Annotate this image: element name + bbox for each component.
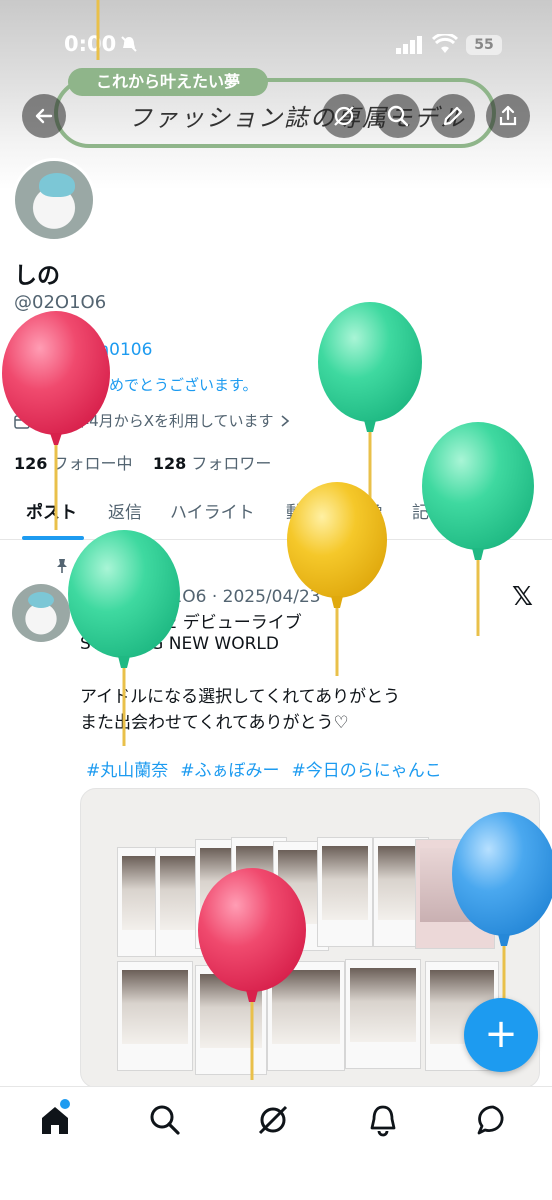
compose-button[interactable]: + [464,998,538,1072]
post-hashtags: #丸山蘭奈 #ふぁぼみー #今日のらにゃんこ [86,756,442,781]
following-label: フォロー中 [52,454,133,473]
post-text-line: アイドルになる選択してくれてありがとう [80,687,401,707]
birthday-text[interactable]: お誕生日おめでとうございます。 [34,374,258,395]
profile-avatar[interactable] [12,158,96,242]
x-logo-icon: 𝕏 [512,582,533,612]
pinned-indicator: 固定 [56,556,104,576]
hashtag[interactable]: #丸山蘭奈 [86,756,168,781]
share-button[interactable] [486,94,530,138]
profile-name: しの [14,263,60,289]
dream-tab: これから叶えたい夢 [68,68,268,96]
tab-videos[interactable]: 動画 [286,498,320,523]
nav-grok[interactable] [256,1103,292,1139]
tab-replies[interactable]: 返信 [108,498,142,523]
search-icon [387,105,409,127]
pinned-label: 固定 [76,559,104,575]
tab-articles[interactable]: 記事 [412,498,446,523]
profile-handle: @02O1O6 [14,292,107,313]
calendar-icon [14,413,30,429]
silent-mode-icon [120,35,138,57]
tab-highlights[interactable]: ハイライト [170,498,255,523]
search-button[interactable] [376,94,420,138]
hashtag[interactable]: #ふぁぼみー [180,756,279,781]
active-tab-indicator [22,536,84,540]
following-link[interactable]: 126 フォロー中 [14,454,133,473]
tab-posts[interactable]: ポスト [26,498,77,523]
edit-button[interactable] [431,94,475,138]
share-icon [499,105,517,126]
nav-home[interactable] [38,1103,74,1139]
status-time: 0:00 [64,32,117,56]
nav-search[interactable] [148,1103,184,1139]
nav-home-badge [60,1099,70,1109]
bottom-navigation [0,1086,552,1200]
grok-button[interactable] [322,94,366,138]
profile-tabs: ポスト 返信 ハイライト 動画 画像 記事 いいね [0,488,552,540]
chat-icon [477,1105,504,1135]
chevron-right-icon [281,414,289,427]
followers-count: 128 [152,454,187,473]
grok-icon [258,1105,288,1135]
pencil-icon [443,106,463,126]
follow-stats: 126 フォロー中 128 フォロワー [14,450,271,474]
signal-icon [396,36,424,58]
followers-label: フォロワー [191,454,272,473]
tab-media[interactable]: 画像 [349,498,383,523]
bio-link[interactable]: @rana__fm0106 [14,340,152,360]
post-header: しの @02O1O6 · 2025/04/23 [80,582,321,607]
post-text-line: STARTING NEW WORLD [80,634,279,654]
post-author[interactable]: しの [80,587,114,607]
grok-icon [334,106,354,126]
pin-icon [57,559,67,573]
post-meta: @02O1O6 · 2025/04/23 [119,587,321,607]
battery-indicator: 55 [466,35,502,55]
back-button[interactable] [22,94,66,138]
birthday-row: お誕生日おめでとうございます。 [14,374,258,395]
nav-notifications[interactable] [366,1103,402,1139]
location-pin-icon [14,375,28,394]
status-bar: 0:00 55 [0,30,552,60]
following-count: 126 [14,454,48,473]
search-icon [150,1105,180,1135]
joined-text[interactable]: 2023年4月からXを利用しています [36,410,274,431]
joined-row: 2023年4月からXを利用しています [14,410,290,431]
wifi-icon [431,32,459,58]
post-text-line: また出会わせてくれてありがとう♡ [80,713,349,733]
tab-likes[interactable]: いいね [474,498,525,523]
followers-link[interactable]: 128 フォロワー [153,454,272,473]
bell-icon [370,1105,396,1137]
balloon [318,302,422,500]
nav-messages[interactable] [476,1103,512,1139]
hashtag[interactable]: #今日のらにゃんこ [292,756,442,781]
post-avatar[interactable] [12,584,70,642]
arrow-left-icon [35,108,53,124]
post-text-line: 2025.04.22 デビューライブ [80,613,302,633]
